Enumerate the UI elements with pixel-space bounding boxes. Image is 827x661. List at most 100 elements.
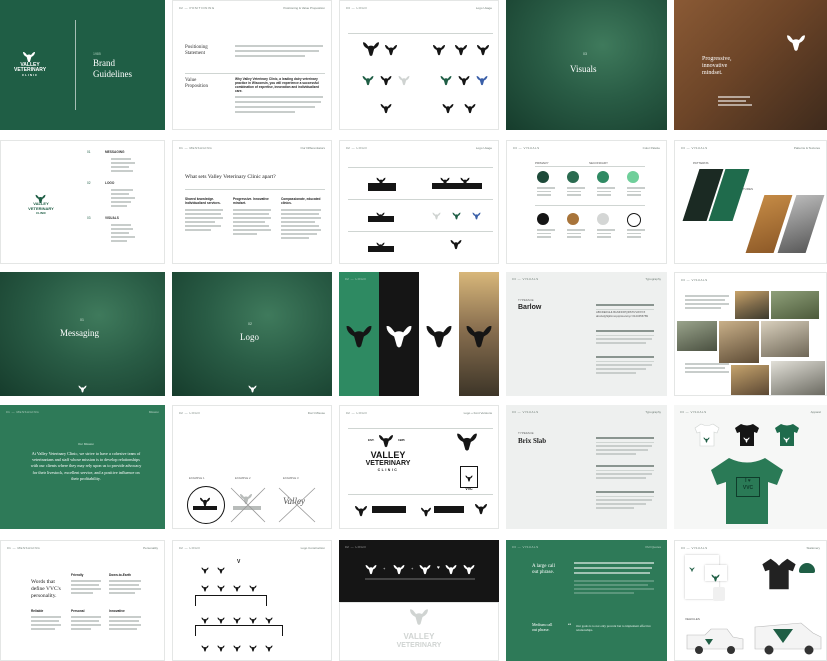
example-label: EXAMPLE 2 bbox=[235, 476, 251, 480]
heart-icon: ♥ bbox=[747, 478, 751, 484]
value-proposition-headline: Why Valley Veterinary Clinic, a leading … bbox=[235, 77, 320, 93]
logo-variations-slide[interactable]: 03 — LOGO Logo Usage bbox=[339, 0, 499, 130]
slide-header: 02 — LOGO bbox=[179, 546, 201, 550]
shirt-print-text: VVC bbox=[742, 485, 754, 491]
logo-mark-icon bbox=[362, 73, 374, 91]
logo-backgrounds-slide[interactable]: 02 — LOGO bbox=[339, 272, 499, 396]
logo-mark-icon bbox=[345, 324, 373, 354]
slide-header: 03 — VISUALS bbox=[512, 410, 539, 414]
slide-header: 03 — VISUALS bbox=[681, 146, 708, 150]
headline: mindset. bbox=[702, 70, 723, 76]
logo-mark-icon bbox=[217, 561, 225, 579]
logo-mark-icon bbox=[472, 207, 481, 225]
cap bbox=[799, 563, 815, 573]
heart-icon: ♥ bbox=[437, 565, 440, 571]
typography-brix-slide[interactable]: 03 — VISUALS Typography TYPEFACE Brix Sl… bbox=[506, 405, 667, 529]
toc-item-visuals[interactable]: VISUALS bbox=[105, 216, 119, 220]
logo-est: EST. bbox=[368, 438, 375, 442]
headline: innovative bbox=[702, 63, 728, 69]
slide-title: What sets Valley Veterinary Clinic apart… bbox=[185, 174, 276, 180]
cover-slide[interactable]: VALLEY VETERINARY CLINIC 1985 Brand Guid… bbox=[0, 0, 165, 130]
color-swatch bbox=[567, 171, 579, 183]
color-swatch bbox=[597, 213, 609, 225]
typeface-label: TYPEFACE bbox=[518, 431, 534, 435]
color-swatch bbox=[537, 171, 549, 183]
logo-mark-icon bbox=[456, 432, 478, 457]
trait-word: Friendly bbox=[71, 573, 84, 577]
section-title: Logo bbox=[240, 332, 259, 342]
logo-mark-icon bbox=[248, 380, 257, 396]
medium-callout: out phrase. bbox=[532, 627, 550, 632]
slide-header: Patterns & Textures bbox=[793, 146, 820, 150]
pull-quotes-slide[interactable]: 03 — VISUALS Pull Quotes A large call ou… bbox=[506, 540, 667, 661]
stationery-slide[interactable]: 03 — VISUALS Stationery VEHICLES bbox=[674, 540, 827, 661]
logo-construction-slide[interactable]: 02 — LOGO Logo Construction V bbox=[172, 540, 332, 661]
differentiator-heading: Progressive. Innovative mindset. bbox=[233, 197, 269, 205]
visuals-divider-slide[interactable]: 03 Visuals bbox=[506, 0, 667, 130]
color-palette-slide[interactable]: 03 — VISUALS Color Palette PRIMARY SECON… bbox=[506, 140, 667, 264]
monogram-text: VVC bbox=[465, 487, 473, 491]
polo-shirt bbox=[761, 557, 797, 596]
section-title: Visuals bbox=[570, 64, 597, 74]
trait-word: Down-to-Earth bbox=[109, 573, 131, 577]
photography-slide[interactable]: 03 — VISUALS bbox=[674, 272, 827, 396]
typography-barlow-slide[interactable]: 03 — VISUALS Typography TYPEFACE Barlow … bbox=[506, 272, 667, 396]
misuse-cross-icon bbox=[277, 486, 317, 524]
apparel-slide[interactable]: 03 — VISUALS Apparel I ♥ VVC bbox=[674, 405, 827, 529]
year: 1985 bbox=[93, 52, 101, 56]
shirt-print-text: I bbox=[745, 478, 747, 484]
icon-system-slide[interactable]: 02 — LOGO + + ♥ VALLEY VETERINARY bbox=[339, 540, 499, 661]
clearspace-misuse-slide[interactable]: 02 — LOGO Don't Misuse EXAMPLE 1 EXAMPLE… bbox=[172, 405, 332, 529]
plus-icon: + bbox=[411, 566, 414, 571]
headline: Progressive, bbox=[702, 56, 732, 62]
logo-mark-icon bbox=[454, 43, 468, 61]
logo-mark-icon bbox=[201, 639, 209, 657]
logo-lockups-slide[interactable]: 02 — LOGO Logo Usage bbox=[339, 140, 499, 264]
typeface-name: Brix Slab bbox=[518, 437, 547, 445]
typeface-label: TYPEFACE bbox=[518, 298, 534, 302]
slide-header: 03 — VISUALS bbox=[680, 410, 707, 414]
van bbox=[753, 619, 823, 660]
cover-title: Brand bbox=[93, 58, 115, 68]
logo-mark-icon bbox=[420, 504, 432, 522]
photo bbox=[719, 321, 759, 363]
messaging-divider-slide[interactable]: 01 Messaging bbox=[0, 272, 165, 396]
color-swatch bbox=[627, 213, 641, 227]
patterns-slide[interactable]: 03 — VISUALS Patterns & Textures PATTERN… bbox=[674, 140, 827, 264]
mug bbox=[713, 587, 725, 601]
mission-slide[interactable]: 01 — MESSAGING Mission Our Mission At Va… bbox=[0, 405, 165, 529]
palette-label: PRIMARY bbox=[535, 161, 549, 165]
slide-title: Words that bbox=[31, 579, 55, 585]
logo-mark-icon bbox=[442, 101, 454, 119]
logo-mark-icon bbox=[380, 73, 392, 91]
slide-header: 03 — VISUALS bbox=[512, 277, 539, 281]
table-of-contents-slide[interactable]: VALLEY VETERINARY CLINIC 01 MESSAGING 02… bbox=[0, 140, 165, 264]
monogram-badge: VVC bbox=[460, 466, 478, 491]
positioning-slide[interactable]: 02 — POSITIONING Positioning & Value Pro… bbox=[172, 0, 332, 130]
personality-slide[interactable]: 01 — MESSAGING Personality Words that de… bbox=[0, 540, 165, 661]
section-label: VEHICLES bbox=[685, 617, 700, 621]
logo-mark-icon bbox=[703, 430, 710, 448]
toc-item-messaging[interactable]: MESSAGING bbox=[105, 150, 124, 154]
color-swatch bbox=[627, 171, 639, 183]
logo-mark-icon bbox=[380, 101, 392, 119]
mindset-slide[interactable]: Progressive, innovative mindset. bbox=[674, 0, 827, 130]
photo bbox=[771, 291, 819, 319]
logo-mark-icon bbox=[458, 73, 470, 91]
slide-header: 02 — LOGO bbox=[179, 411, 201, 415]
slide-header: 02 — POSITIONING bbox=[179, 6, 215, 10]
toc-item-logo[interactable]: LOGO bbox=[105, 181, 114, 185]
color-swatch bbox=[567, 213, 579, 225]
slide-header: Logo Usage bbox=[475, 6, 492, 10]
slide-header: Typography bbox=[645, 410, 661, 414]
slide-header: 02 — LOGO bbox=[346, 411, 368, 415]
logo-mark-icon bbox=[354, 504, 368, 522]
shirt-print: I ♥ VVC bbox=[736, 477, 760, 497]
photo bbox=[677, 321, 717, 351]
primary-logo-slide[interactable]: 02 — LOGO Logo + Font Versions EST. 1985… bbox=[339, 405, 499, 529]
slide-header: 01 — MESSAGING bbox=[6, 410, 40, 414]
logo-mark-icon bbox=[384, 43, 398, 61]
logo-divider-slide[interactable]: 02 Logo bbox=[172, 272, 332, 396]
trait-word: Innovative bbox=[109, 609, 125, 613]
sets-apart-slide[interactable]: 01 — MESSAGING Our Differentiators What … bbox=[172, 140, 332, 264]
